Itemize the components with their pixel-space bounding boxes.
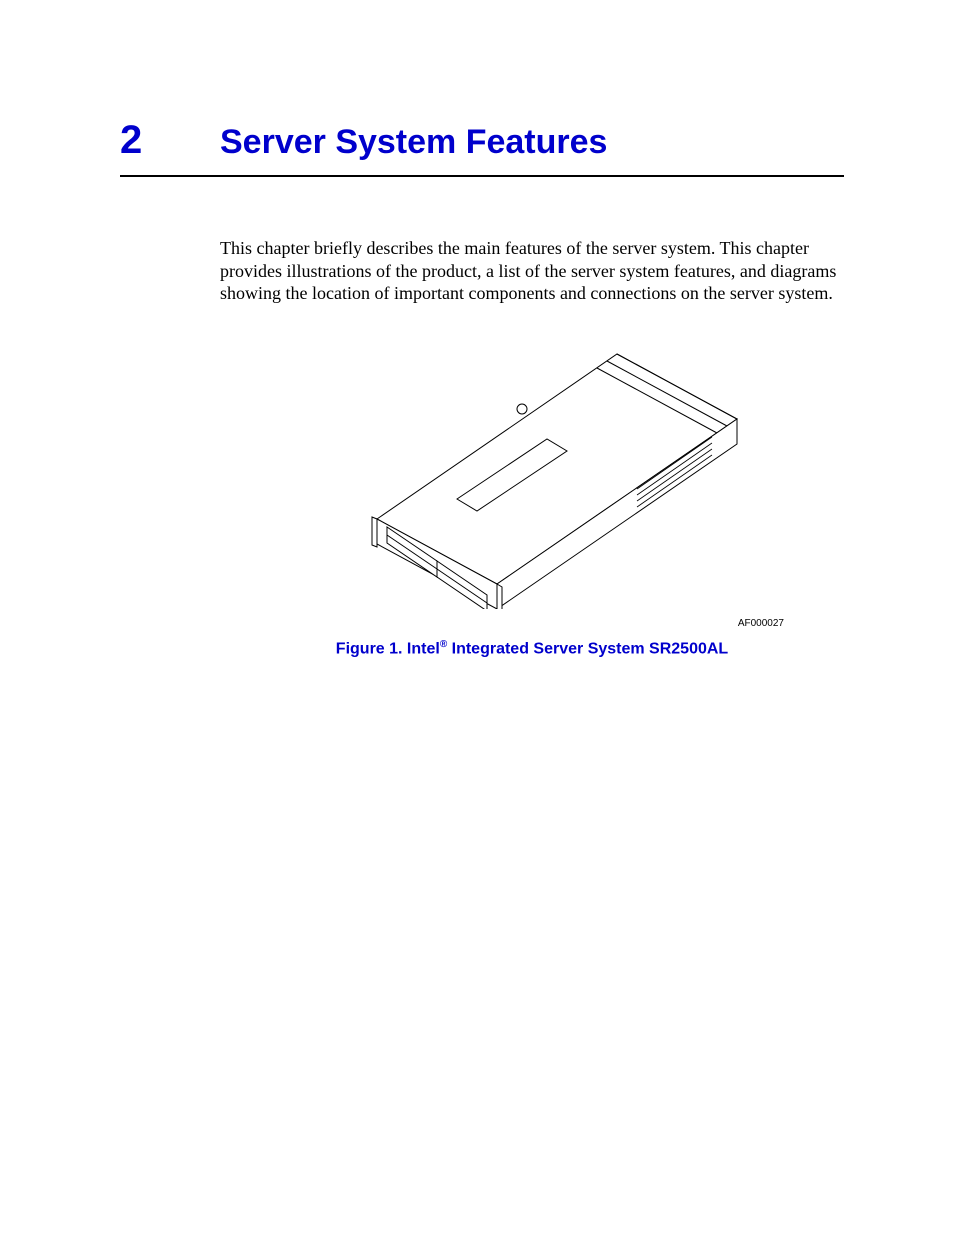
- figure-caption: Figure 1. Intel® Integrated Server Syste…: [220, 639, 844, 658]
- intro-paragraph: This chapter briefly describes the main …: [220, 237, 844, 305]
- body-block: This chapter briefly describes the main …: [220, 237, 844, 658]
- document-page: 2 Server System Features This chapter br…: [0, 0, 954, 1235]
- chapter-number: 2: [120, 120, 220, 160]
- server-illustration: [317, 329, 747, 609]
- figure-id-label: AF000027: [220, 618, 784, 629]
- figure-1: AF000027 Figure 1. Intel® Integrated Ser…: [220, 329, 844, 658]
- chapter-header: 2 Server System Features: [120, 120, 844, 177]
- figure-caption-prefix: Figure 1. Intel: [336, 640, 440, 657]
- chapter-title: Server System Features: [220, 124, 607, 161]
- figure-caption-suffix: Integrated Server System SR2500AL: [447, 640, 728, 657]
